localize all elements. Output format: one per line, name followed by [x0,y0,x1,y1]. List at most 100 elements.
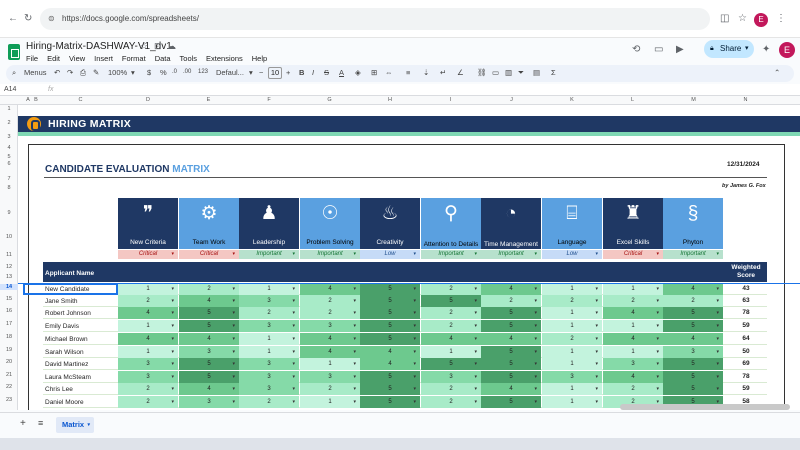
score-dropdown[interactable]: 4 ▾ [179,383,239,395]
score-dropdown[interactable]: 5 ▾ [360,307,420,319]
print-icon[interactable]: ⎙ [80,68,86,78]
score-dropdown[interactable]: 5 ▾ [421,295,481,307]
dropdown-caret-icon[interactable]: ▾ [171,283,174,295]
dropdown-caret-icon[interactable]: ▾ [292,307,295,319]
dropdown-caret-icon[interactable]: ▾ [413,358,416,370]
importance-dropdown[interactable]: Low ▾ [542,250,602,259]
row-header[interactable]: 16 [0,308,18,314]
dropdown-caret-icon[interactable]: ▾ [232,358,235,370]
menu-tools[interactable]: Tools [180,54,198,63]
text-rotation-icon[interactable]: ∠ [457,68,464,77]
row-header[interactable]: 18 [0,334,18,340]
menu-help[interactable]: Help [252,54,267,63]
text-color-button[interactable]: A [339,68,344,77]
importance-dropdown[interactable]: Low ▾ [360,250,420,259]
dropdown-caret-icon[interactable]: ▾ [292,320,295,332]
dropdown-caret-icon[interactable]: ▾ [232,371,235,383]
dropdown-caret-icon[interactable]: ▾ [292,383,295,395]
score-dropdown[interactable]: 4 ▾ [179,333,239,345]
dropdown-caret-icon[interactable]: ▾ [656,383,659,395]
dropdown-caret-icon[interactable]: ▾ [232,383,235,395]
dropdown-caret-icon[interactable]: ▾ [353,383,356,395]
menu-format[interactable]: Format [122,54,146,63]
dropdown-caret-icon[interactable]: ▾ [656,346,659,358]
score-dropdown[interactable]: 1 ▾ [118,346,178,358]
dropdown-caret-icon[interactable]: ▾ [716,383,719,395]
row-header[interactable]: 7 [0,176,18,182]
strikethrough-button[interactable]: S [324,68,329,77]
filter-views-icon[interactable]: ▤ [533,68,540,77]
dropdown-caret-icon[interactable]: ▾ [716,371,719,383]
gemini-icon[interactable]: ✦ [762,44,770,55]
dropdown-caret-icon[interactable]: ▾ [232,346,235,358]
menu-file[interactable]: File [26,54,38,63]
score-dropdown[interactable]: 1 ▾ [542,307,602,319]
candidate-name[interactable]: Jane Smith [45,298,78,305]
collapse-toolbar-icon[interactable]: ⌃ [774,68,780,77]
borders-icon[interactable]: ⊞ [371,68,377,77]
dropdown-caret-icon[interactable]: ▾ [413,320,416,332]
score-dropdown[interactable]: 2 ▾ [421,283,481,295]
score-dropdown[interactable]: 1 ▾ [542,283,602,295]
dropdown-caret-icon[interactable]: ▾ [595,320,598,332]
column-header[interactable]: K [542,97,602,103]
dropdown-caret-icon[interactable]: ▾ [232,320,235,332]
horizontal-scrollbar[interactable] [620,404,790,410]
score-dropdown[interactable]: 5 ▾ [663,371,723,383]
star-icon[interactable]: ☆ [140,41,148,52]
dropdown-caret-icon[interactable]: ▾ [292,250,295,259]
search-menus-label[interactable]: Menus [24,68,47,77]
dropdown-caret-icon[interactable]: ▾ [474,307,477,319]
row-header[interactable]: 11 [0,252,18,258]
dropdown-caret-icon[interactable]: ▾ [716,333,719,345]
column-header[interactable]: C [43,97,118,103]
dropdown-caret-icon[interactable]: ▾ [656,333,659,345]
name-box[interactable]: A14 [4,86,16,93]
score-dropdown[interactable]: 5 ▾ [179,307,239,319]
score-dropdown[interactable]: 2 ▾ [481,295,541,307]
candidate-name[interactable]: Laura McSteam [45,374,91,381]
account-avatar[interactable]: E [779,42,795,58]
dropdown-caret-icon[interactable]: ▾ [353,320,356,332]
dropdown-caret-icon[interactable]: ▾ [474,295,477,307]
dropdown-caret-icon[interactable]: ▾ [534,307,537,319]
font-size-decrease-button[interactable]: − [259,68,263,77]
menu-edit[interactable]: Edit [47,54,60,63]
zoom-select[interactable]: 100% [108,68,127,77]
dropdown-caret-icon[interactable]: ▾ [171,250,174,259]
back-icon[interactable]: ← [8,13,18,24]
score-dropdown[interactable]: 5 ▾ [481,396,541,408]
dropdown-caret-icon[interactable]: ▾ [171,320,174,332]
dropdown-caret-icon[interactable]: ▾ [595,333,598,345]
dropdown-caret-icon[interactable]: ▾ [716,250,719,259]
font-caret-icon[interactable]: ▾ [249,68,253,77]
dropdown-caret-icon[interactable]: ▾ [292,371,295,383]
dropdown-caret-icon[interactable]: ▾ [534,333,537,345]
row-header[interactable]: 21 [0,372,18,378]
dropdown-caret-icon[interactable]: ▾ [534,383,537,395]
decrease-decimal-button[interactable]: .0 [172,69,177,75]
score-dropdown[interactable]: 5 ▾ [663,320,723,332]
column-header[interactable]: J [481,97,542,103]
dropdown-caret-icon[interactable]: ▾ [413,250,416,259]
italic-button[interactable]: I [312,68,314,77]
score-dropdown[interactable]: 1 ▾ [542,320,602,332]
candidate-name[interactable]: Michael Brown [45,336,88,343]
score-dropdown[interactable]: 3 ▾ [542,371,602,383]
score-dropdown[interactable]: 1 ▾ [300,396,360,408]
dropdown-caret-icon[interactable]: ▾ [413,333,416,345]
column-header[interactable]: E [178,97,239,103]
dropdown-caret-icon[interactable]: ▾ [232,396,235,408]
dropdown-caret-icon[interactable]: ▾ [716,346,719,358]
score-dropdown[interactable]: 4 ▾ [663,283,723,295]
dropdown-caret-icon[interactable]: ▾ [353,250,356,259]
dropdown-caret-icon[interactable]: ▾ [171,333,174,345]
dropdown-caret-icon[interactable]: ▾ [232,333,235,345]
score-dropdown[interactable]: 1 ▾ [421,346,481,358]
candidate-name[interactable]: Emily Davis [45,323,79,330]
dropdown-caret-icon[interactable]: ▾ [413,307,416,319]
dropdown-caret-icon[interactable]: ▾ [474,358,477,370]
importance-dropdown[interactable]: Important ▾ [663,250,723,259]
dropdown-caret-icon[interactable]: ▾ [534,250,537,259]
score-dropdown[interactable]: 2 ▾ [239,396,299,408]
